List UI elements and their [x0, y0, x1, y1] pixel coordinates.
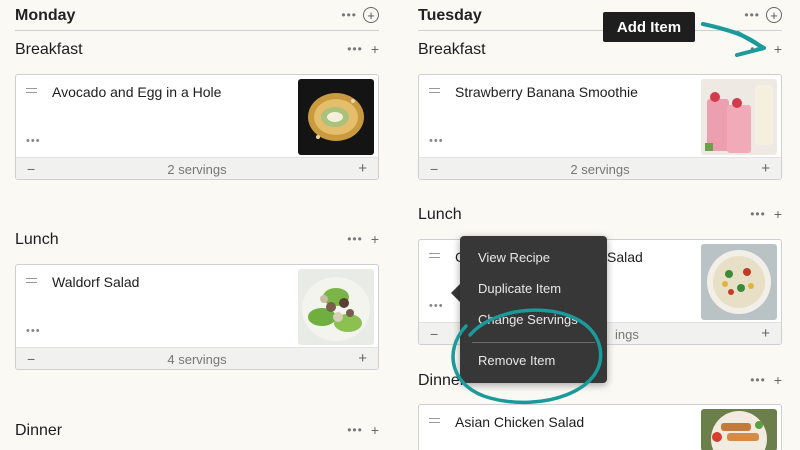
meal-title-lunch: Lunch [15, 231, 59, 248]
servings-count: ings [615, 327, 639, 342]
add-meal-circle-icon[interactable]: + [363, 7, 379, 23]
more-options-icon[interactable]: ••• [26, 135, 41, 147]
day-title: Tuesday [418, 7, 482, 24]
more-options-icon[interactable]: ••• [341, 9, 357, 21]
recipe-card[interactable]: Waldorf Salad ••• − 4 servings + [15, 264, 379, 370]
recipe-card[interactable]: Avocado and Egg in a Hole ••• − 2 servin… [15, 74, 379, 180]
more-options-icon[interactable]: ••• [744, 9, 760, 21]
recipe-image[interactable] [298, 269, 374, 345]
more-options-icon[interactable]: ••• [429, 135, 444, 147]
day-column-monday: Monday ••• + Breakfast ••• + Avocado and… [15, 0, 379, 450]
recipe-name[interactable]: Asian Chicken Salad [455, 414, 584, 430]
add-item-icon[interactable]: + [774, 207, 782, 221]
servings-bar: − 2 servings + [16, 157, 378, 179]
meal-title-breakfast: Breakfast [15, 41, 83, 58]
servings-bar: − 4 servings + [16, 347, 378, 369]
recipe-name[interactable]: Avocado and Egg in a Hole [52, 84, 221, 100]
increase-servings-icon[interactable]: + [358, 350, 367, 367]
more-options-icon[interactable]: ••• [750, 43, 766, 55]
decrease-servings-icon[interactable]: − [430, 326, 438, 342]
menu-item-remove-item[interactable]: Remove Item [478, 353, 555, 368]
increase-servings-icon[interactable]: + [761, 160, 770, 177]
drag-handle-icon[interactable] [429, 253, 440, 258]
more-options-icon[interactable]: ••• [347, 233, 363, 245]
recipe-image[interactable] [701, 244, 777, 320]
drag-handle-icon[interactable] [429, 418, 440, 423]
meal-title-breakfast: Breakfast [418, 41, 486, 58]
add-item-icon[interactable]: + [371, 42, 379, 56]
add-item-icon[interactable]: + [371, 232, 379, 246]
servings-bar: − 2 servings + [419, 157, 781, 179]
day-title: Monday [15, 7, 76, 24]
increase-servings-icon[interactable]: + [358, 160, 367, 177]
add-meal-circle-icon[interactable]: + [766, 7, 782, 23]
add-item-callout: Add Item [603, 12, 695, 42]
add-item-icon[interactable]: + [371, 423, 379, 437]
more-options-icon[interactable]: ••• [750, 374, 766, 386]
more-options-icon[interactable]: ••• [750, 208, 766, 220]
recipe-image[interactable] [701, 79, 777, 155]
more-options-icon[interactable]: ••• [347, 43, 363, 55]
menu-item-view-recipe[interactable]: View Recipe [478, 250, 550, 265]
meal-title-lunch: Lunch [418, 206, 462, 223]
recipe-name-end[interactable]: Salad [607, 249, 643, 265]
recipe-name[interactable]: Strawberry Banana Smoothie [455, 84, 638, 100]
menu-separator [472, 342, 595, 343]
recipe-card[interactable]: Asian Chicken Salad [418, 404, 782, 450]
menu-item-duplicate-item[interactable]: Duplicate Item [478, 281, 561, 296]
more-options-icon[interactable]: ••• [26, 325, 41, 337]
servings-count: 4 servings [167, 352, 227, 367]
meal-title-dinner: Dinner [418, 372, 466, 389]
more-options-icon[interactable]: ••• [429, 300, 444, 312]
servings-count: 2 servings [570, 162, 630, 177]
recipe-image[interactable] [298, 79, 374, 155]
servings-count: 2 servings [167, 162, 227, 177]
day-header: Monday ••• + [15, 0, 379, 31]
more-options-icon[interactable]: ••• [347, 424, 363, 436]
increase-servings-icon[interactable]: + [761, 325, 770, 342]
recipe-image[interactable] [701, 409, 777, 450]
add-item-icon[interactable]: + [774, 373, 782, 387]
menu-item-change-servings[interactable]: Change Servings [478, 312, 578, 327]
drag-handle-icon[interactable] [26, 278, 37, 283]
drag-handle-icon[interactable] [429, 88, 440, 93]
meal-title-dinner: Dinner [15, 422, 63, 439]
recipe-card[interactable]: Strawberry Banana Smoothie ••• − 2 servi… [418, 74, 782, 180]
recipe-name[interactable]: Waldorf Salad [52, 274, 139, 290]
drag-handle-icon[interactable] [26, 88, 37, 93]
day-header: Tuesday ••• + [418, 0, 782, 31]
context-menu: View Recipe Duplicate Item Change Servin… [460, 236, 607, 383]
add-item-icon[interactable]: + [774, 42, 782, 56]
